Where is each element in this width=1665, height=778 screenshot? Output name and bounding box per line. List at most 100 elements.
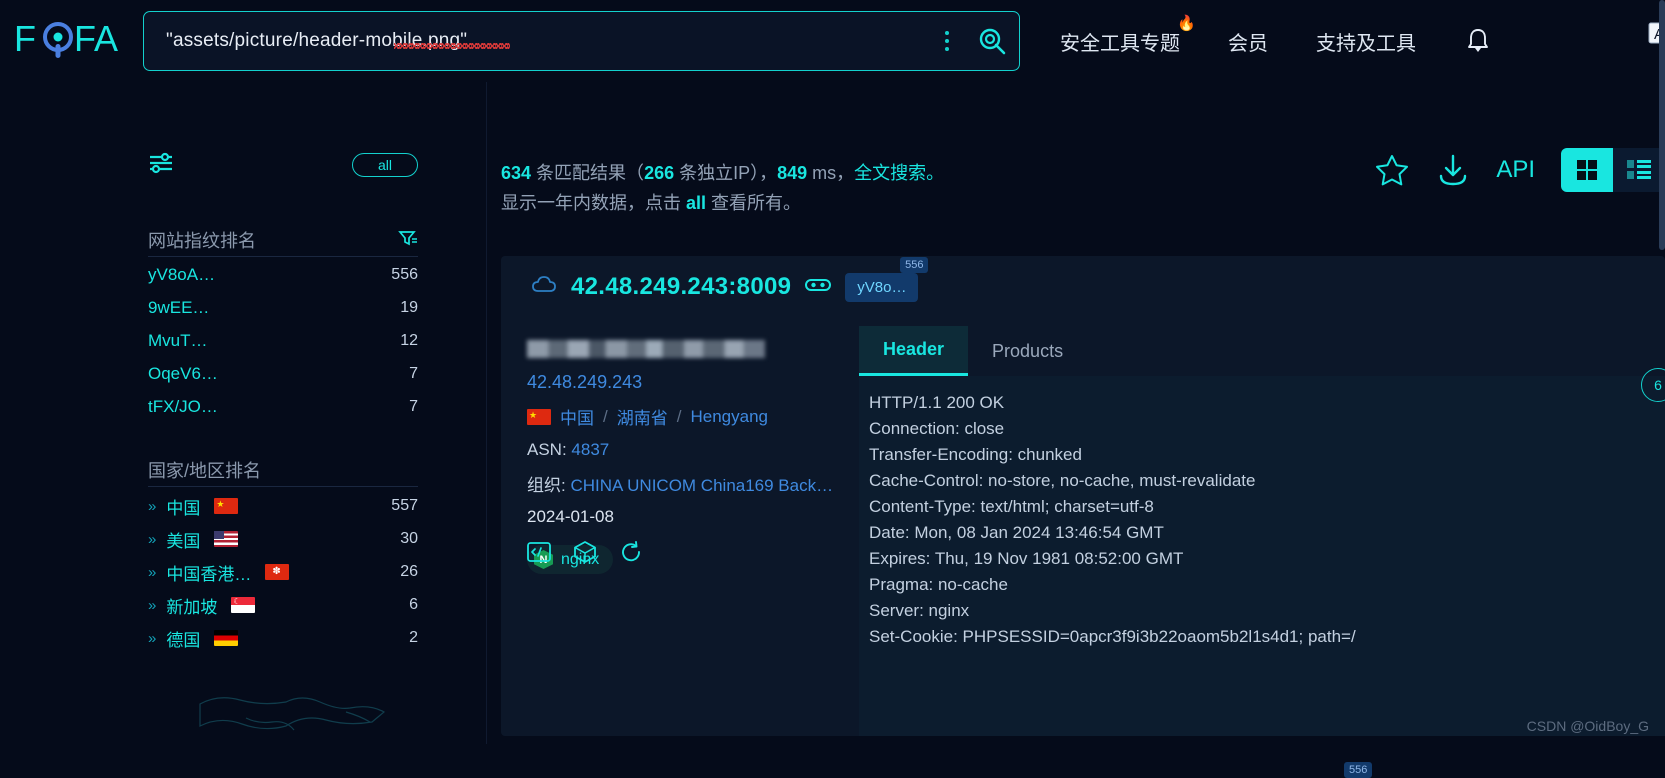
http-header-line: Content-Type: text/html; charset=utf-8 [869, 497, 1154, 516]
fire-icon: 🔥 [1177, 14, 1196, 32]
section-title-fingerprint: 网站指纹排名 [148, 227, 418, 253]
grid-view-button[interactable] [1561, 148, 1613, 192]
country-count: 26 [400, 563, 418, 580]
geo-country-link[interactable]: 中国 [560, 404, 594, 429]
http-header-line: Set-Cookie: PHPSESSID=0apcr3f9i3b22oaom5… [869, 627, 1356, 646]
flag-germany-icon [214, 630, 239, 646]
funnel-filter-icon[interactable] [398, 229, 418, 252]
all-filter-pill[interactable]: all [352, 153, 418, 177]
api-link[interactable]: API [1496, 156, 1535, 184]
cloud-icon [531, 274, 557, 301]
match-count-suffix: 条匹配结果（ [531, 163, 645, 183]
country-label: 美国 [166, 531, 201, 551]
country-row-3[interactable]: » 新加坡 6 [148, 589, 418, 621]
watermark-text: CSDN @OidBoy_G [1526, 718, 1649, 734]
http-header-line: Server: nginx [869, 601, 970, 620]
result-card-body: 42.48.249.243 中国 / 湖南省 / Hengyang ASN: 4… [501, 318, 1665, 736]
scrollbar-thumb[interactable] [1659, 0, 1665, 250]
geo-city-link[interactable]: Hengyang [690, 407, 768, 427]
flag-china-icon [527, 407, 551, 425]
nav-item-security-tools[interactable]: 安全工具专题 🔥 [1060, 15, 1196, 56]
org-value[interactable]: CHINA UNICOM China169 Back… [570, 476, 833, 495]
tag-count-badge: 556 [900, 256, 929, 273]
country-label: 德国 [166, 630, 201, 650]
asn-value[interactable]: 4837 [571, 440, 609, 459]
fingerprint-tag-chip[interactable]: yV8o… 556 [845, 256, 929, 302]
nav-item-member[interactable]: 会员 [1228, 27, 1268, 56]
divider [148, 486, 418, 487]
country-label-wrap: » 新加坡 [148, 593, 256, 618]
search-submit-icon[interactable] [965, 12, 1019, 70]
favorite-star-icon[interactable] [1374, 152, 1410, 188]
geo-province-link[interactable]: 湖南省 [617, 404, 668, 429]
results-toolbar: API [1374, 148, 1665, 192]
org-row: 组织: CHINA UNICOM China169 Back… [527, 471, 847, 496]
fingerprint-row-3[interactable]: OqeV6… 7 [148, 358, 418, 390]
http-header-line: Date: Mon, 08 Jan 2024 13:46:54 GMT [869, 523, 1164, 542]
page-scrollbar[interactable] [1659, 0, 1665, 744]
fofa-logo[interactable]: F FA [14, 14, 129, 66]
main-content: 634 条匹配结果（266 条独立IP），849 ms，全文搜索。 显示一年内数… [487, 82, 1665, 778]
cube-assets-icon[interactable] [573, 540, 597, 569]
sidebar: all 网站指纹排名 yV8oA… 556 9wEE… 19 MvuT… 12 [0, 82, 487, 744]
country-count: 6 [409, 596, 418, 613]
tab-header[interactable]: Header [859, 326, 969, 376]
unique-ip-suffix: 条独立IP）， [674, 163, 778, 183]
asn-row: ASN: 4837 [527, 440, 847, 460]
notifications-bell-icon[interactable] [1463, 26, 1493, 61]
next-result-tag-badge: 556 [1344, 762, 1373, 778]
search-options-icon[interactable] [929, 21, 965, 61]
filter-settings-icon[interactable] [148, 151, 174, 180]
fingerprint-count: 19 [400, 299, 418, 316]
detail-ip-link[interactable]: 42.48.249.243 [527, 372, 859, 393]
http-header-output: HTTP/1.1 200 OK Connection: close Transf… [859, 376, 1665, 736]
country-label: 新加坡 [166, 597, 218, 617]
fingerprint-row-2[interactable]: MvuT… 12 [148, 325, 418, 357]
main-nav: 安全工具专题 🔥 会员 支持及工具 [1060, 0, 1416, 82]
section-label: 国家/地区排名 [148, 461, 262, 481]
fingerprint-count: 12 [400, 332, 418, 349]
query-time: 849 [777, 163, 808, 183]
svg-text:F: F [14, 18, 36, 59]
country-label-wrap: » 中国 [148, 494, 239, 519]
download-icon[interactable] [1436, 152, 1470, 188]
flag-china-icon [214, 496, 239, 514]
fingerprint-row-4[interactable]: tFX/JO… 7 [148, 391, 418, 423]
redacted-title-bar [527, 340, 765, 358]
results-summary: 634 条匹配结果（266 条独立IP），849 ms，全文搜索。 显示一年内数… [501, 158, 944, 218]
fingerprint-label: OqeV6… [148, 364, 218, 383]
search-mode-link[interactable]: 全文搜索。 [854, 163, 944, 183]
flag-singapore-icon [231, 594, 256, 613]
search-bar[interactable]: "assets/picture/header-mobile.png" [143, 11, 1020, 71]
unique-ip-count: 266 [644, 163, 675, 183]
tab-products[interactable]: Products [968, 326, 1087, 376]
list-view-button[interactable] [1613, 148, 1665, 192]
flag-usa-icon [214, 531, 239, 547]
fingerprint-count: 7 [409, 398, 418, 415]
country-row-1[interactable]: » 美国 30 [148, 523, 418, 555]
nav-item-support-tools[interactable]: 支持及工具 [1316, 27, 1416, 56]
divider [148, 256, 418, 257]
result-ip-port[interactable]: 42.48.249.243:8009 [571, 273, 791, 301]
country-row-0[interactable]: » 中国 557 [148, 490, 418, 522]
spellcheck-underline [394, 43, 510, 49]
all-link[interactable]: all [686, 193, 706, 213]
country-row-4[interactable]: » 德国 2 [148, 622, 418, 654]
fingerprint-row-0[interactable]: yV8oA… 556 [148, 259, 418, 291]
country-count: 30 [400, 530, 418, 547]
world-map-graphic [150, 682, 470, 744]
fingerprint-count: 7 [409, 365, 418, 382]
asn-label: ASN: [527, 440, 567, 459]
fingerprint-row-1[interactable]: 9wEE… 19 [148, 292, 418, 324]
range-prefix: 显示一年内数据，点击 [501, 193, 686, 213]
search-input[interactable]: "assets/picture/header-mobile.png" [144, 30, 929, 52]
fingerprint-label: MvuT… [148, 331, 208, 350]
link-chain-icon[interactable] [805, 277, 832, 298]
refresh-rescan-icon[interactable] [619, 540, 643, 569]
scan-date: 2024-01-08 [527, 507, 614, 526]
view-source-code-icon[interactable] [527, 540, 551, 569]
match-count: 634 [501, 163, 532, 183]
country-row-2[interactable]: » 中国香港… 26 [148, 556, 418, 588]
geo-separator: / [603, 406, 608, 426]
fingerprint-label: 9wEE… [148, 298, 210, 317]
